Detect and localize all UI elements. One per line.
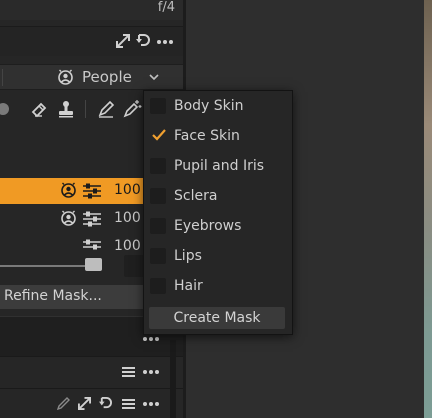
option-label: Body Skin bbox=[174, 98, 244, 114]
adjust-icon[interactable] bbox=[83, 183, 101, 199]
mask-type-dropdown[interactable]: People bbox=[0, 64, 183, 90]
option-label: Hair bbox=[174, 278, 203, 294]
create-mask-button[interactable]: Create Mask bbox=[149, 307, 285, 329]
chevron-down-icon bbox=[149, 74, 159, 81]
create-mask-label: Create Mask bbox=[173, 310, 261, 326]
slider-track[interactable] bbox=[0, 265, 86, 267]
checkbox[interactable] bbox=[150, 158, 166, 174]
top-strip: f/4 bbox=[0, 0, 183, 20]
checkbox[interactable] bbox=[150, 98, 166, 114]
option-lips[interactable]: Lips bbox=[144, 243, 292, 271]
layer-opacity: 100 bbox=[114, 238, 141, 250]
undo-icon[interactable] bbox=[136, 33, 150, 49]
checkbox[interactable] bbox=[150, 218, 166, 234]
section-more-icon[interactable] bbox=[143, 337, 159, 341]
photo-preview-edge bbox=[424, 0, 432, 418]
stamp-icon[interactable] bbox=[57, 100, 75, 118]
checkbox[interactable] bbox=[150, 248, 166, 264]
header-more-icon[interactable] bbox=[157, 40, 173, 44]
option-label: Lips bbox=[174, 248, 202, 264]
section-header bbox=[0, 388, 183, 418]
dropdown-divider bbox=[2, 69, 3, 86]
checkbox[interactable] bbox=[150, 188, 166, 204]
option-label: Face Skin bbox=[174, 128, 240, 144]
expand-icon[interactable] bbox=[78, 397, 91, 410]
people-icon bbox=[61, 210, 76, 226]
adjust-icon[interactable] bbox=[83, 211, 101, 227]
mask-options-popup: Body Skin Face Skin Pupil and Iris Scler… bbox=[143, 90, 293, 335]
tool-divider bbox=[85, 100, 86, 118]
option-sclera[interactable]: Sclera bbox=[144, 183, 292, 211]
expand-icon[interactable] bbox=[116, 34, 130, 48]
option-label: Pupil and Iris bbox=[174, 158, 265, 174]
panel-scrollbar[interactable] bbox=[170, 340, 176, 418]
magic-pen-icon[interactable] bbox=[122, 99, 142, 119]
brush-size-icon[interactable] bbox=[0, 103, 9, 115]
refine-mask-label: Refine Mask... bbox=[4, 288, 102, 304]
checkbox[interactable] bbox=[150, 278, 166, 294]
mask-panel-header bbox=[0, 26, 183, 56]
edit-icon[interactable] bbox=[57, 397, 70, 410]
option-pupil-and-iris[interactable]: Pupil and Iris bbox=[144, 153, 292, 181]
option-eyebrows[interactable]: Eyebrows bbox=[144, 213, 292, 241]
option-label: Eyebrows bbox=[174, 218, 242, 234]
eraser-icon[interactable] bbox=[30, 100, 48, 118]
option-hair[interactable]: Hair bbox=[144, 273, 292, 301]
option-label: Sclera bbox=[174, 188, 218, 204]
aperture-readout: f/4 bbox=[157, 0, 175, 15]
people-icon bbox=[58, 69, 73, 85]
undo-icon[interactable] bbox=[99, 396, 112, 411]
section-more-icon[interactable] bbox=[143, 370, 159, 374]
pen-icon[interactable] bbox=[97, 100, 115, 118]
layer-opacity: 100 bbox=[114, 182, 141, 198]
list-icon[interactable] bbox=[122, 367, 135, 377]
checkmark-icon[interactable] bbox=[152, 129, 166, 141]
list-icon[interactable] bbox=[122, 399, 135, 409]
option-body-skin[interactable]: Body Skin bbox=[144, 93, 292, 121]
option-face-skin[interactable]: Face Skin bbox=[144, 123, 292, 151]
section-header bbox=[0, 356, 183, 386]
section-more-icon[interactable] bbox=[143, 402, 159, 406]
adjust-icon[interactable] bbox=[83, 239, 101, 250]
people-icon bbox=[61, 182, 76, 198]
dropdown-selected-value: People bbox=[82, 68, 132, 86]
layer-opacity: 100 bbox=[114, 210, 141, 226]
slider-thumb[interactable] bbox=[85, 258, 102, 271]
